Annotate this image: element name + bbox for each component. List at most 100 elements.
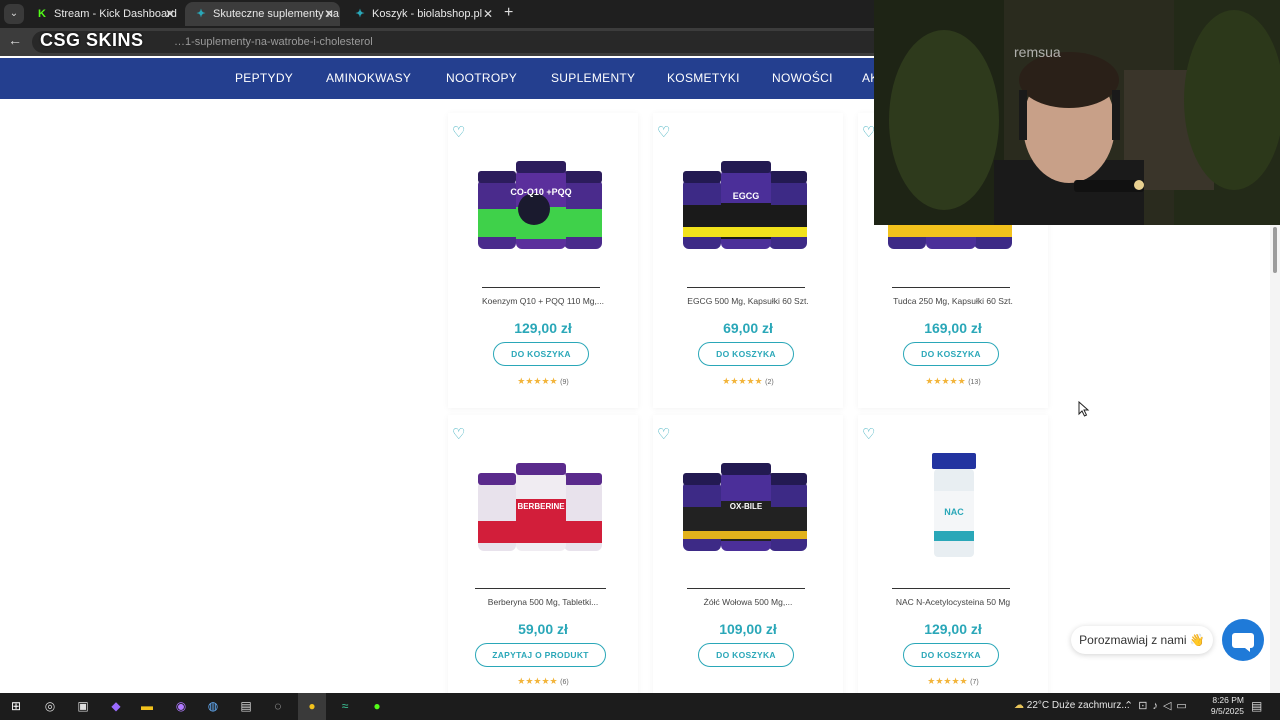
add-to-cart-button[interactable]: DO KOSZYKA [903, 342, 999, 366]
nav-item-nootropy[interactable]: NOOTROPY [446, 71, 517, 85]
volume-icon[interactable]: ◁ [1163, 700, 1176, 712]
product-name[interactable]: NAC N-Acetylocysteina 50 Mg [858, 597, 1048, 607]
windows-start-icon[interactable]: ⊞ [7, 697, 25, 715]
notification-icon[interactable]: ▤ [1251, 699, 1262, 713]
product-name[interactable]: Berberyna 500 Mg, Tabletki... [448, 597, 638, 607]
review-count: (13) [968, 379, 981, 386]
weather-widget[interactable]: ☁ 22°C Duże zachmurz... [1014, 700, 1130, 711]
webcam-feed [874, 0, 1280, 225]
rating-stars: ★★★★★ [722, 376, 763, 386]
rating: ★★★★★ (13) [858, 376, 1048, 387]
steam-icon[interactable]: ◍ [204, 697, 222, 715]
network-icon[interactable]: ▭ [1176, 700, 1191, 712]
clock[interactable]: 8:26 PM 9/5/2025 [1200, 695, 1244, 717]
scrollbar-thumb[interactable] [1273, 227, 1277, 273]
clock-date: 9/5/2025 [1210, 706, 1244, 716]
tray-app-icon[interactable]: ⊡ [1138, 700, 1152, 712]
product-image-label: BERBERINE [517, 502, 565, 511]
product-name[interactable]: EGCG 500 Mg, Kapsułki 60 Szt. [653, 296, 843, 306]
rating: ★★★★★ (9) [448, 376, 638, 387]
tab-cart[interactable]: ✦ Koszyk - biolabshop.pl ✕ [344, 2, 499, 26]
rating-stars: ★★★★★ [925, 376, 966, 386]
wishlist-heart-icon[interactable]: ♡ [452, 427, 468, 443]
tab-kick-dashboard[interactable]: K Stream - Kick Dashboard ✕ [26, 2, 181, 26]
divider [892, 588, 1010, 589]
biolab-icon: ✦ [196, 8, 206, 20]
product-name[interactable]: Żółć Wołowa 500 Mg,... [653, 597, 843, 607]
nav-item-peptydy[interactable]: PEPTYDY [235, 71, 293, 85]
rating-stars: ★★★★★ [927, 676, 968, 686]
wishlist-heart-icon[interactable]: ♡ [657, 125, 673, 141]
chat-button[interactable] [1222, 619, 1264, 661]
product-card[interactable]: ♡ NAC NAC N-Acetylocysteina 50 Mg 129,00… [858, 415, 1048, 693]
tab-search-icon[interactable]: ⌄ [4, 4, 24, 24]
product-name[interactable]: Tudca 250 Mg, Kapsułki 60 Szt. [858, 296, 1048, 306]
chrome-icon[interactable]: ● [303, 697, 321, 715]
wishlist-heart-icon[interactable]: ♡ [862, 427, 878, 443]
product-image-label: OX-BILE [730, 502, 763, 511]
product-name[interactable]: Koenzym Q10 + PQQ 110 Mg,... [448, 296, 638, 306]
tab-close-icon[interactable]: ✕ [324, 2, 334, 26]
wishlist-heart-icon[interactable]: ♡ [452, 125, 468, 141]
wishlist-heart-icon[interactable]: ♡ [657, 427, 673, 443]
product-price: 129,00 zł [924, 621, 982, 637]
tab-supplements[interactable]: ✦ Skuteczne suplementy na wątrobę i chol… [185, 2, 340, 26]
obs-icon[interactable]: ◌ [269, 697, 287, 715]
product-image[interactable]: NAC [882, 451, 1022, 561]
ask-about-product-button[interactable]: ZAPYTAJ O PRODUKT [475, 643, 606, 667]
audio-app-icon[interactable]: ≈ [336, 697, 354, 715]
weather-temp: 22°C [1026, 700, 1050, 711]
product-card[interactable]: ♡ BERBERINE Berberyna 500 Mg, Tabletki..… [448, 415, 638, 693]
calendar-app-icon[interactable]: ▤ [237, 697, 255, 715]
discord-like-icon[interactable]: ◉ [172, 697, 190, 715]
rating: ★★★★★ (7) [858, 676, 1048, 687]
add-to-cart-button[interactable]: DO KOSZYKA [698, 342, 794, 366]
nav-item-aminokwasy[interactable]: AMINOKWASY [326, 71, 411, 85]
product-card[interactable]: ♡ CO-Q10 +PQQ Koenzym Q10 + PQQ 110 Mg,.… [448, 113, 638, 408]
back-arrow-icon[interactable]: ← [8, 32, 22, 48]
webcam-watermark: remsua [1014, 44, 1061, 60]
tab-title: Koszyk - biolabshop.pl [372, 8, 483, 20]
nav-item-nowosci[interactable]: NOWOŚCI [772, 71, 833, 85]
tray-chevron-icon[interactable]: ⌃ [1124, 700, 1138, 712]
product-image[interactable]: BERBERINE [472, 451, 612, 561]
app-purple-icon[interactable]: ◆ [107, 697, 125, 715]
clock-time: 8:26 PM [1212, 695, 1244, 705]
weather-cloud-sun-icon: ☁ [1014, 700, 1024, 711]
terminal-icon[interactable]: ▣ [74, 697, 92, 715]
nav-item-kosmetyki[interactable]: KOSMETYKI [667, 71, 740, 85]
address-bar[interactable]: …1-suplementy-na-watrobe-i-cholesterol [32, 31, 892, 53]
product-card[interactable]: ♡ OX-BILE Żółć Wołowa 500 Mg,... 109,00 … [653, 415, 843, 693]
taskbar: ⊞ ◎ ▣ ◆ ▬ ◉ ◍ ▤ ◌ ● ≈ ● ☁ 22°C Duże zach… [0, 693, 1280, 720]
kick-app-icon[interactable]: ● [368, 697, 386, 715]
microphone-icon[interactable]: ♪ [1152, 700, 1163, 712]
chat-bubble-icon [1232, 633, 1254, 652]
product-image[interactable]: CO-Q10 +PQQ [472, 149, 612, 259]
product-price: 59,00 zł [518, 621, 568, 637]
rating-stars: ★★★★★ [517, 376, 558, 386]
chat-prompt[interactable]: Porozmawiaj z nami 👋 [1071, 626, 1213, 654]
product-image[interactable]: EGCG [677, 149, 817, 259]
nav-item-suplementy[interactable]: SUPLEMENTY [551, 71, 635, 85]
tab-close-icon[interactable]: ✕ [483, 2, 493, 26]
divider [687, 287, 805, 288]
tab-title: Stream - Kick Dashboard [54, 8, 177, 20]
divider [475, 588, 606, 589]
widgets-icon[interactable]: ◎ [41, 697, 59, 715]
product-image[interactable]: OX-BILE [677, 451, 817, 561]
product-card[interactable]: ♡ EGCG EGCG 500 Mg, Kapsułki 60 Szt. 69,… [653, 113, 843, 408]
webcam-overlay: remsua [874, 0, 1280, 225]
logo-text: CSG SKINS [40, 30, 144, 50]
add-to-cart-button[interactable]: DO KOSZYKA [698, 643, 794, 667]
system-tray[interactable]: ⌃⊡♪◁▭ [1124, 699, 1192, 712]
product-image-label: EGCG [733, 191, 760, 201]
product-price: 169,00 zł [924, 320, 982, 336]
file-explorer-icon[interactable]: ▬ [138, 697, 156, 715]
csgo-skins-logo: CSG SKINS [40, 30, 144, 51]
tab-close-icon[interactable]: ✕ [165, 2, 175, 26]
add-to-cart-button[interactable]: DO KOSZYKA [493, 342, 589, 366]
tab-title: Skuteczne suplementy na wątrobę i choles… [213, 8, 340, 20]
add-to-cart-button[interactable]: DO KOSZYKA [903, 643, 999, 667]
rating-stars: ★★★★★ [517, 676, 558, 686]
new-tab-icon[interactable]: + [504, 4, 513, 22]
